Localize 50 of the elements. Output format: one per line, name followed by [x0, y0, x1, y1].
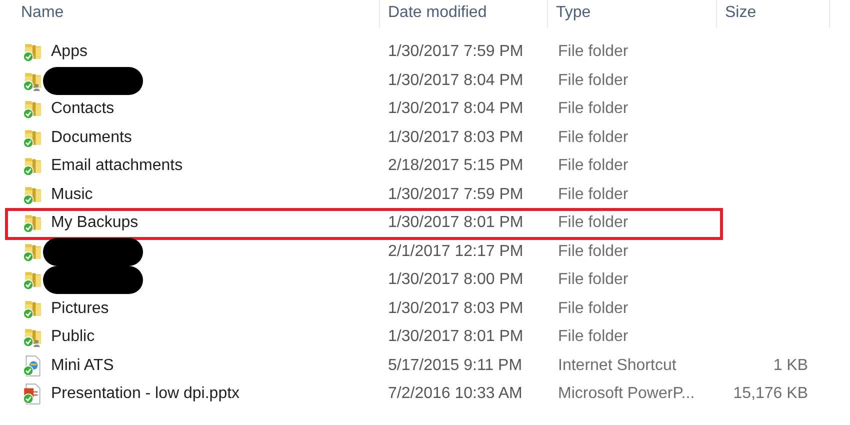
file-name[interactable]: My Backups — [51, 214, 138, 232]
folder-icon — [22, 41, 43, 64]
file-type: File folder — [558, 72, 628, 90]
column-header[interactable]: Date modified — [380, 0, 548, 28]
folder-icon — [22, 98, 43, 120]
file-type: Microsoft PowerP... — [558, 385, 695, 404]
file-name[interactable]: Presentation - low dpi.pptx — [51, 385, 240, 404]
column-header[interactable]: Size — [717, 0, 830, 28]
file-type: File folder — [558, 271, 628, 290]
folder-icon — [22, 269, 43, 292]
date-modified: 1/30/2017 8:01 PM — [388, 328, 524, 346]
file-type: File folder — [558, 328, 628, 346]
file-name[interactable]: Documents — [51, 128, 132, 147]
date-modified: 7/2/2016 10:33 AM — [388, 385, 522, 404]
file-type: File folder — [558, 43, 628, 62]
shortcut-file-icon — [22, 354, 43, 377]
presentation-file-icon — [22, 383, 43, 406]
date-modified: 1/30/2017 7:59 PM — [388, 43, 524, 62]
file-type: File folder — [558, 214, 628, 232]
folder-icon — [22, 212, 43, 234]
file-name[interactable]: Public — [51, 328, 95, 346]
file-type: File folder — [558, 300, 628, 318]
date-modified: 1/30/2017 8:03 PM — [388, 300, 524, 318]
column-header[interactable]: Name — [0, 0, 380, 28]
date-modified: 5/17/2015 9:11 PM — [388, 356, 522, 375]
file-type: File folder — [558, 157, 628, 176]
date-modified: 1/30/2017 8:01 PM — [388, 214, 524, 232]
file-name[interactable]: Music — [51, 186, 93, 204]
date-modified: 1/30/2017 8:03 PM — [388, 128, 524, 147]
file-type: File folder — [558, 186, 628, 204]
date-modified: 1/30/2017 7:59 PM — [388, 186, 524, 204]
file-name[interactable]: Email attachments — [51, 157, 183, 176]
file-type: File folder — [558, 242, 628, 261]
date-modified: 1/30/2017 8:04 PM — [388, 100, 524, 118]
file-type: File folder — [558, 128, 628, 147]
file-size: 15,176 KB — [733, 385, 808, 404]
file-type: File folder — [558, 100, 628, 118]
folder-icon — [22, 155, 43, 178]
file-size: 1 KB — [773, 356, 808, 375]
file-name[interactable]: Apps — [51, 43, 88, 62]
file-type: Internet Shortcut — [558, 356, 676, 375]
date-modified: 2/18/2017 5:15 PM — [388, 157, 524, 176]
file-name[interactable]: Mini ATS — [51, 356, 114, 375]
date-modified: 1/30/2017 8:00 PM — [388, 271, 524, 290]
file-name[interactable]: Contacts — [51, 100, 114, 118]
shared-folder-icon — [22, 326, 43, 348]
file-name[interactable]: Pictures — [51, 300, 109, 318]
column-header[interactable]: Type — [548, 0, 717, 28]
date-modified: 2/1/2017 12:17 PM — [388, 242, 524, 261]
date-modified: 1/30/2017 8:04 PM — [388, 72, 524, 90]
